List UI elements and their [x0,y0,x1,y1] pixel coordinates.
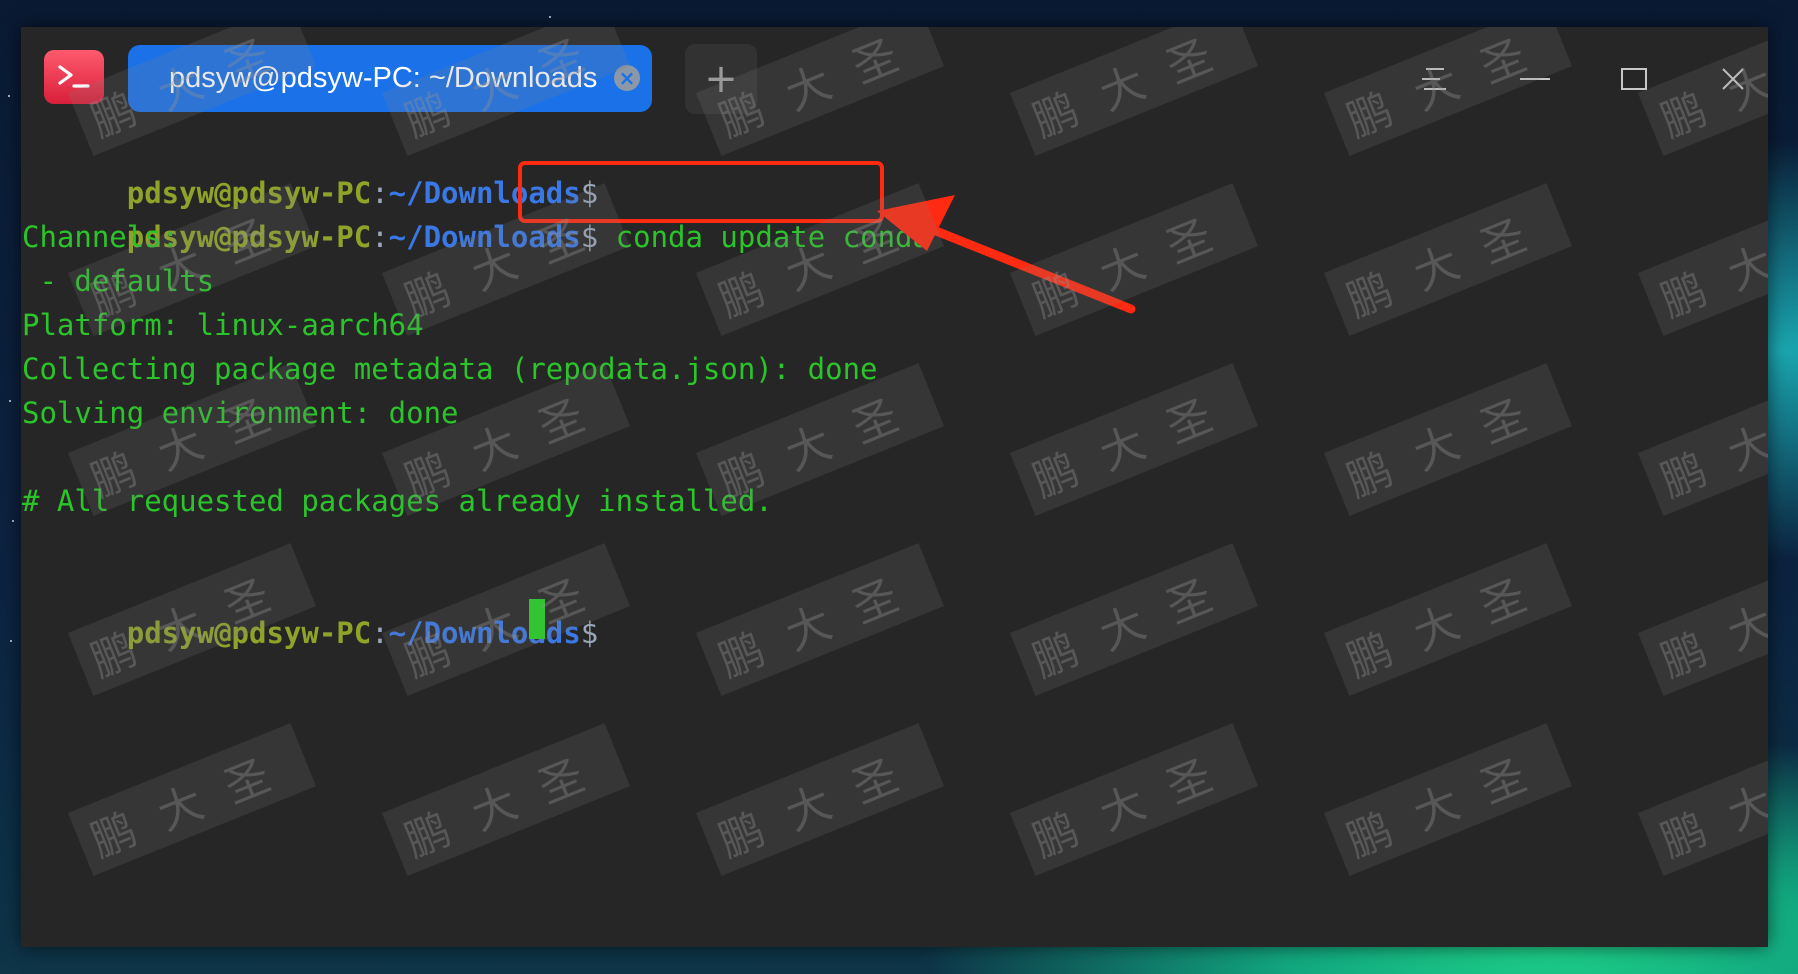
close-icon [1722,68,1744,90]
annotation-arrow-icon [877,195,1136,314]
tab-active[interactable]: pdsyw@pdsyw-PC: ~/Downloads × [128,45,652,112]
desktop-star [549,16,551,18]
maximize-icon [1621,68,1647,90]
desktop-star [8,95,10,97]
hamburger-menu-icon [1422,68,1446,90]
new-tab-button[interactable]: + [685,44,757,114]
terminal-window: pdsyw@pdsyw-PC: ~/Downloads × + pdsyw@pd… [21,27,1768,947]
terminal-app-icon[interactable] [44,50,104,104]
desktop-star [12,520,14,522]
tab-close-button[interactable]: × [614,65,640,91]
desktop-star [9,400,11,402]
close-window-button[interactable] [1706,52,1760,106]
terminal-output-area[interactable]: pdsyw@pdsyw-PC:~/Downloads$ pdsyw@pdsyw-… [21,127,1768,947]
plus-icon: + [704,56,738,102]
minimize-button[interactable] [1508,52,1562,106]
menu-button[interactable] [1407,52,1461,106]
minimize-icon [1520,78,1550,80]
tab-title: pdsyw@pdsyw-PC: ~/Downloads [169,62,598,94]
maximize-button[interactable] [1607,52,1661,106]
close-tab-icon: × [618,66,636,90]
desktop-star [10,640,12,642]
title-bar: pdsyw@pdsyw-PC: ~/Downloads × + [21,27,1768,127]
